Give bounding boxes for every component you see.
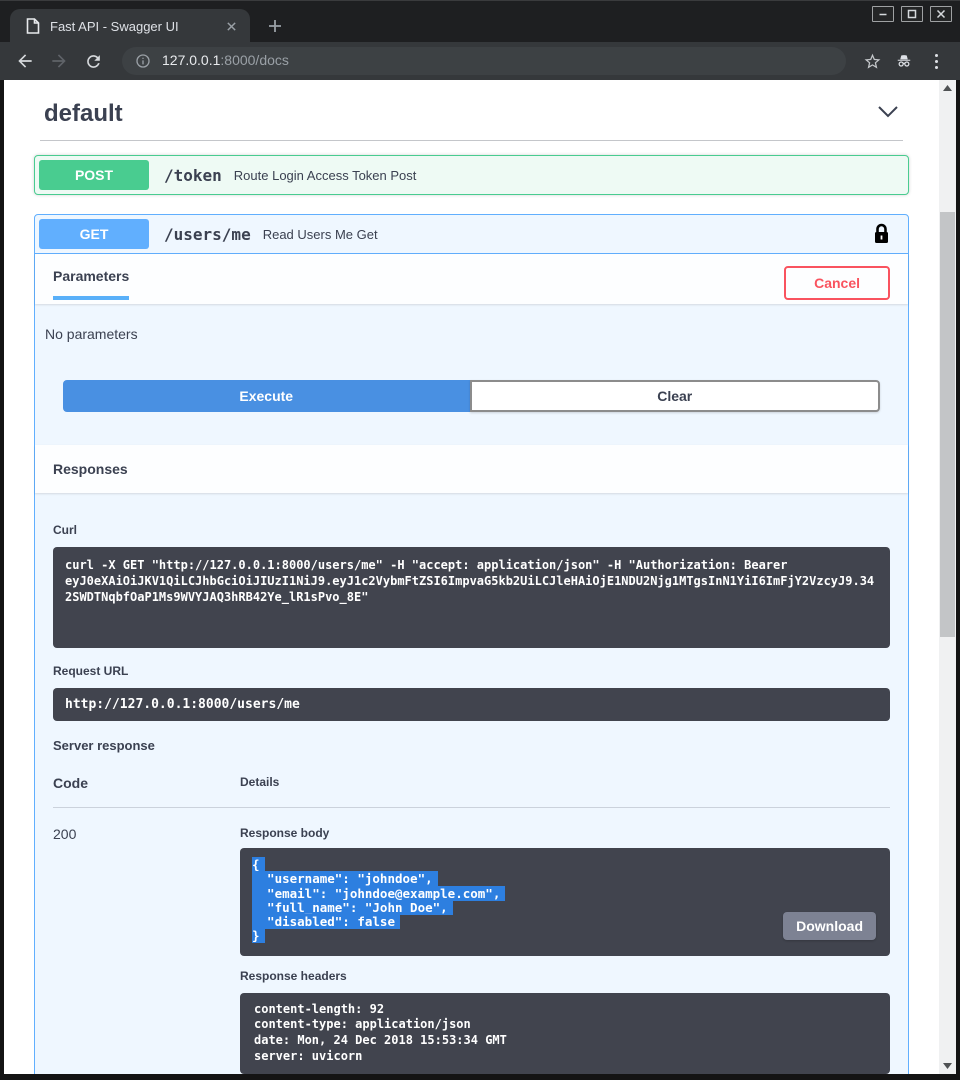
- site-info-icon[interactable]: [134, 47, 152, 75]
- no-parameters-text: No parameters: [35, 304, 908, 346]
- response-header-line: date: Mon, 24 Dec 2018 15:53:34 GMT: [254, 1033, 876, 1049]
- response-body-line: "full_name": "John Doe",: [252, 900, 453, 915]
- opblock-get-users-me: GET /users/me Read Users Me Get Paramete…: [34, 214, 909, 1074]
- tab-strip: Fast API - Swagger UI: [0, 0, 960, 42]
- back-icon[interactable]: [10, 46, 40, 76]
- swagger-page: default POST /token Route Login Access T…: [4, 80, 939, 1074]
- response-body-label: Response body: [240, 826, 890, 840]
- response-header-line: content-type: application/json: [254, 1017, 876, 1033]
- url-bar[interactable]: 127.0.0.1:8000/docs: [122, 47, 846, 75]
- tab-parameters[interactable]: Parameters: [53, 268, 129, 300]
- minimize-button[interactable]: [872, 6, 894, 22]
- auth-lock-icon[interactable]: [873, 223, 890, 245]
- code-column-header: Code: [53, 775, 240, 791]
- responses-heading: Responses: [53, 461, 890, 477]
- incognito-icon[interactable]: [890, 47, 918, 75]
- scroll-down-icon[interactable]: [939, 1058, 956, 1074]
- browser-content: default POST /token Route Login Access T…: [0, 80, 960, 1074]
- download-button[interactable]: Download: [783, 912, 876, 940]
- execute-row: Execute Clear: [35, 346, 908, 432]
- get-path: /users/me: [164, 225, 251, 244]
- bookmark-star-icon[interactable]: [858, 47, 886, 75]
- request-url-label: Request URL: [53, 664, 890, 678]
- curl-label: Curl: [53, 523, 890, 537]
- response-header-line: content-length: 92: [254, 1002, 876, 1018]
- close-button[interactable]: [930, 6, 952, 22]
- browser-tab[interactable]: Fast API - Swagger UI: [10, 9, 250, 43]
- status-code: 200: [53, 826, 240, 1074]
- response-body-line: "disabled": false: [252, 914, 400, 929]
- server-response-table-header: Code Details: [53, 775, 890, 808]
- url-text: 127.0.0.1:8000/docs: [162, 52, 289, 70]
- tab-title: Fast API - Swagger UI: [50, 19, 222, 34]
- opblock-get-summary[interactable]: GET /users/me Read Users Me Get: [35, 215, 908, 254]
- post-summary-text: Route Login Access Token Post: [234, 168, 904, 183]
- response-header-line: server: uvicorn: [254, 1049, 876, 1065]
- scroll-up-icon[interactable]: [939, 80, 956, 96]
- browser-toolbar: 127.0.0.1:8000/docs: [0, 42, 960, 80]
- execute-button[interactable]: Execute: [63, 380, 470, 412]
- get-method-badge: GET: [39, 219, 149, 249]
- response-headers-label: Response headers: [240, 969, 890, 983]
- get-summary-text: Read Users Me Get: [263, 227, 873, 242]
- section-title: default: [44, 100, 123, 128]
- browser-menu-icon[interactable]: [922, 54, 950, 69]
- server-response-label: Server response: [53, 738, 890, 753]
- reload-icon[interactable]: [78, 46, 108, 76]
- curl-command[interactable]: curl -X GET "http://127.0.0.1:8000/users…: [53, 547, 890, 648]
- page-scrollbar[interactable]: [939, 80, 956, 1074]
- post-method-badge: POST: [39, 160, 149, 190]
- scrollbar-thumb[interactable]: [940, 212, 955, 637]
- url-path: :8000/docs: [220, 52, 289, 68]
- response-body-line: }: [252, 928, 265, 943]
- responses-header-band: Responses: [35, 445, 908, 493]
- response-body-line: {: [252, 857, 265, 872]
- response-body-block[interactable]: { "username": "johndoe", "email": "johnd…: [240, 848, 890, 956]
- maximize-button[interactable]: [901, 6, 923, 22]
- response-headers-block: content-length: 92 content-type: applica…: [240, 993, 890, 1074]
- post-path: /token: [164, 166, 222, 185]
- opblock-post-summary[interactable]: POST /token Route Login Access Token Pos…: [35, 156, 908, 194]
- server-response-row: 200 Response body { "username": "johndoe…: [53, 808, 890, 1074]
- default-section-header[interactable]: default: [34, 98, 909, 128]
- page-favicon-icon: [26, 18, 40, 34]
- responses-inner: Curl curl -X GET "http://127.0.0.1:8000/…: [35, 493, 908, 1074]
- parameters-header-band: Parameters Cancel: [35, 254, 908, 304]
- forward-icon[interactable]: [44, 46, 74, 76]
- url-host: 127.0.0.1: [162, 52, 220, 68]
- new-tab-button[interactable]: [262, 13, 288, 39]
- cancel-button[interactable]: Cancel: [784, 266, 890, 300]
- section-divider: [40, 140, 903, 141]
- response-body-line: "email": "johndoe@example.com",: [252, 886, 505, 901]
- browser-window: Fast API - Swagger UI: [0, 0, 960, 1080]
- tab-close-icon[interactable]: [222, 17, 240, 35]
- window-controls: [872, 6, 952, 22]
- clear-button[interactable]: Clear: [470, 380, 881, 412]
- response-body-line: "username": "johndoe",: [252, 871, 438, 886]
- chevron-down-icon[interactable]: [877, 105, 899, 123]
- details-column-header: Details: [240, 775, 890, 791]
- request-url-value: http://127.0.0.1:8000/users/me: [53, 688, 890, 721]
- opblock-post-token: POST /token Route Login Access Token Pos…: [34, 155, 909, 195]
